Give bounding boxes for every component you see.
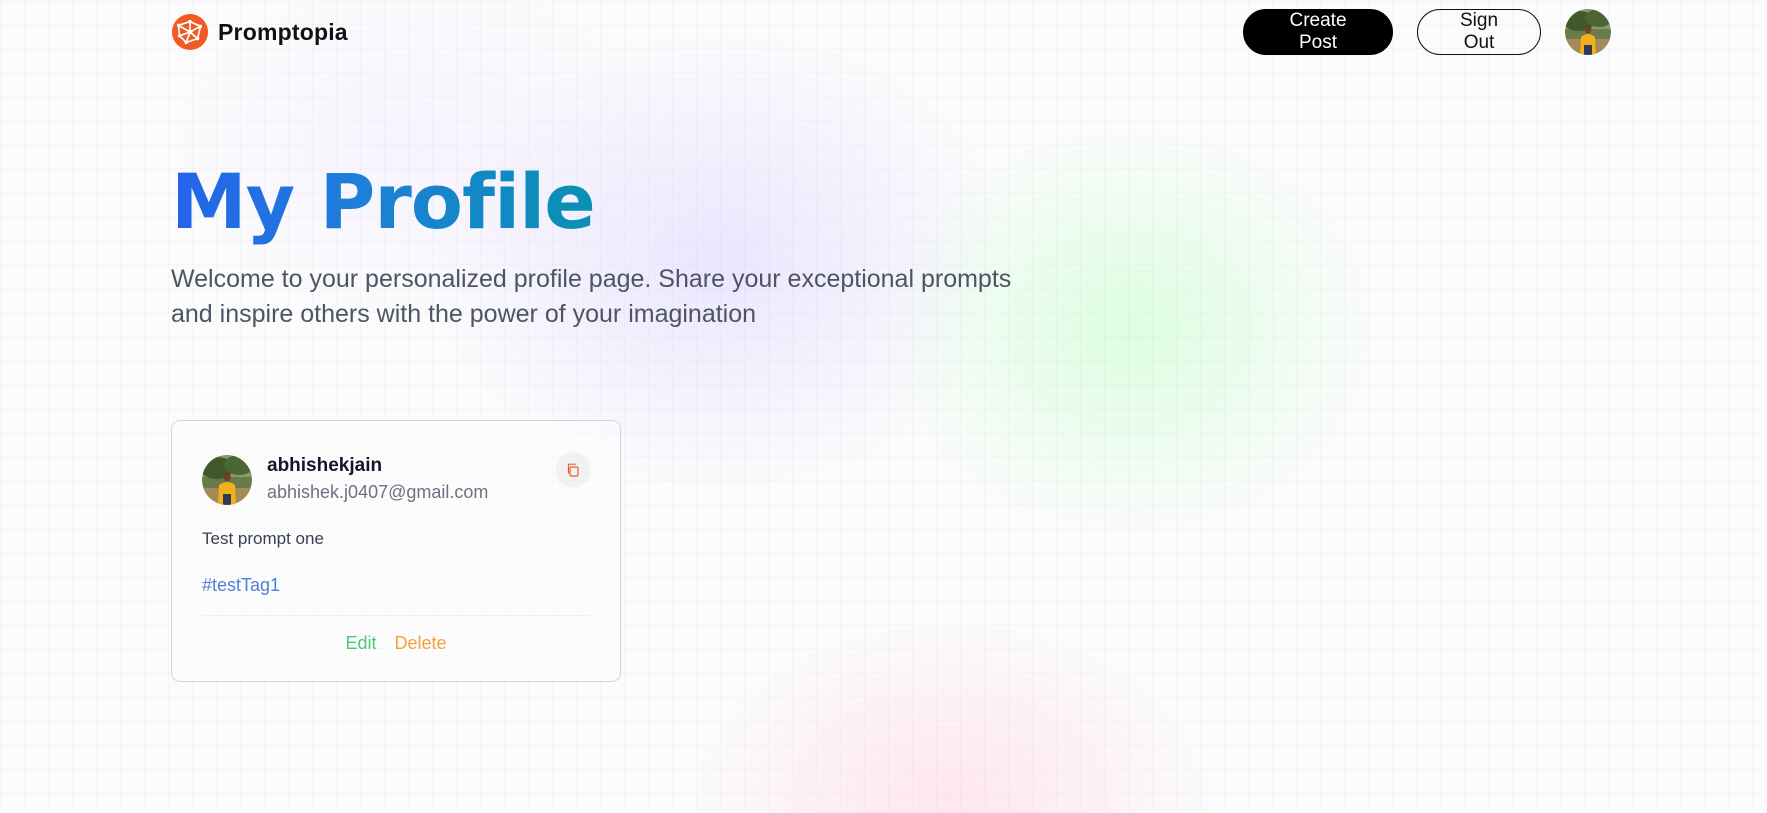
prompt-author[interactable]: abhishekjain abhishek.j0407@gmail.com xyxy=(202,453,488,506)
nav-actions: Create Post Sign Out xyxy=(1243,9,1611,55)
create-post-button[interactable]: Create Post xyxy=(1243,9,1393,55)
copy-button[interactable] xyxy=(556,453,590,487)
prompt-tag[interactable]: #testTag1 xyxy=(202,573,590,597)
author-info: abhishekjain abhishek.j0407@gmail.com xyxy=(267,453,488,506)
profile-avatar[interactable] xyxy=(1565,9,1611,55)
page-description: Welcome to your personalized profile pag… xyxy=(171,265,1012,328)
page-title: My Profile xyxy=(171,154,596,250)
top-nav: Promptopia Create Post Sign Out xyxy=(171,8,1611,56)
prompt-card: abhishekjain abhishek.j0407@gmail.com Te… xyxy=(171,420,621,682)
copy-icon xyxy=(567,463,579,477)
delete-button[interactable]: Delete xyxy=(395,633,447,654)
author-avatar xyxy=(202,454,252,505)
prompt-card-header: abhishekjain abhishek.j0407@gmail.com xyxy=(202,453,590,506)
author-username: abhishekjain xyxy=(267,455,383,476)
brand-name: Promptopia xyxy=(218,18,348,45)
prompt-actions: Edit Delete xyxy=(202,615,590,654)
globe-network-icon xyxy=(171,13,209,51)
sign-out-button[interactable]: Sign Out xyxy=(1417,9,1541,55)
page: Promptopia Create Post Sign Out My Profi… xyxy=(0,0,1767,813)
brand-link[interactable]: Promptopia xyxy=(171,13,348,51)
prompt-text: Test prompt one xyxy=(202,529,324,548)
author-email: abhishek.j0407@gmail.com xyxy=(267,482,489,502)
edit-button[interactable]: Edit xyxy=(345,633,376,654)
